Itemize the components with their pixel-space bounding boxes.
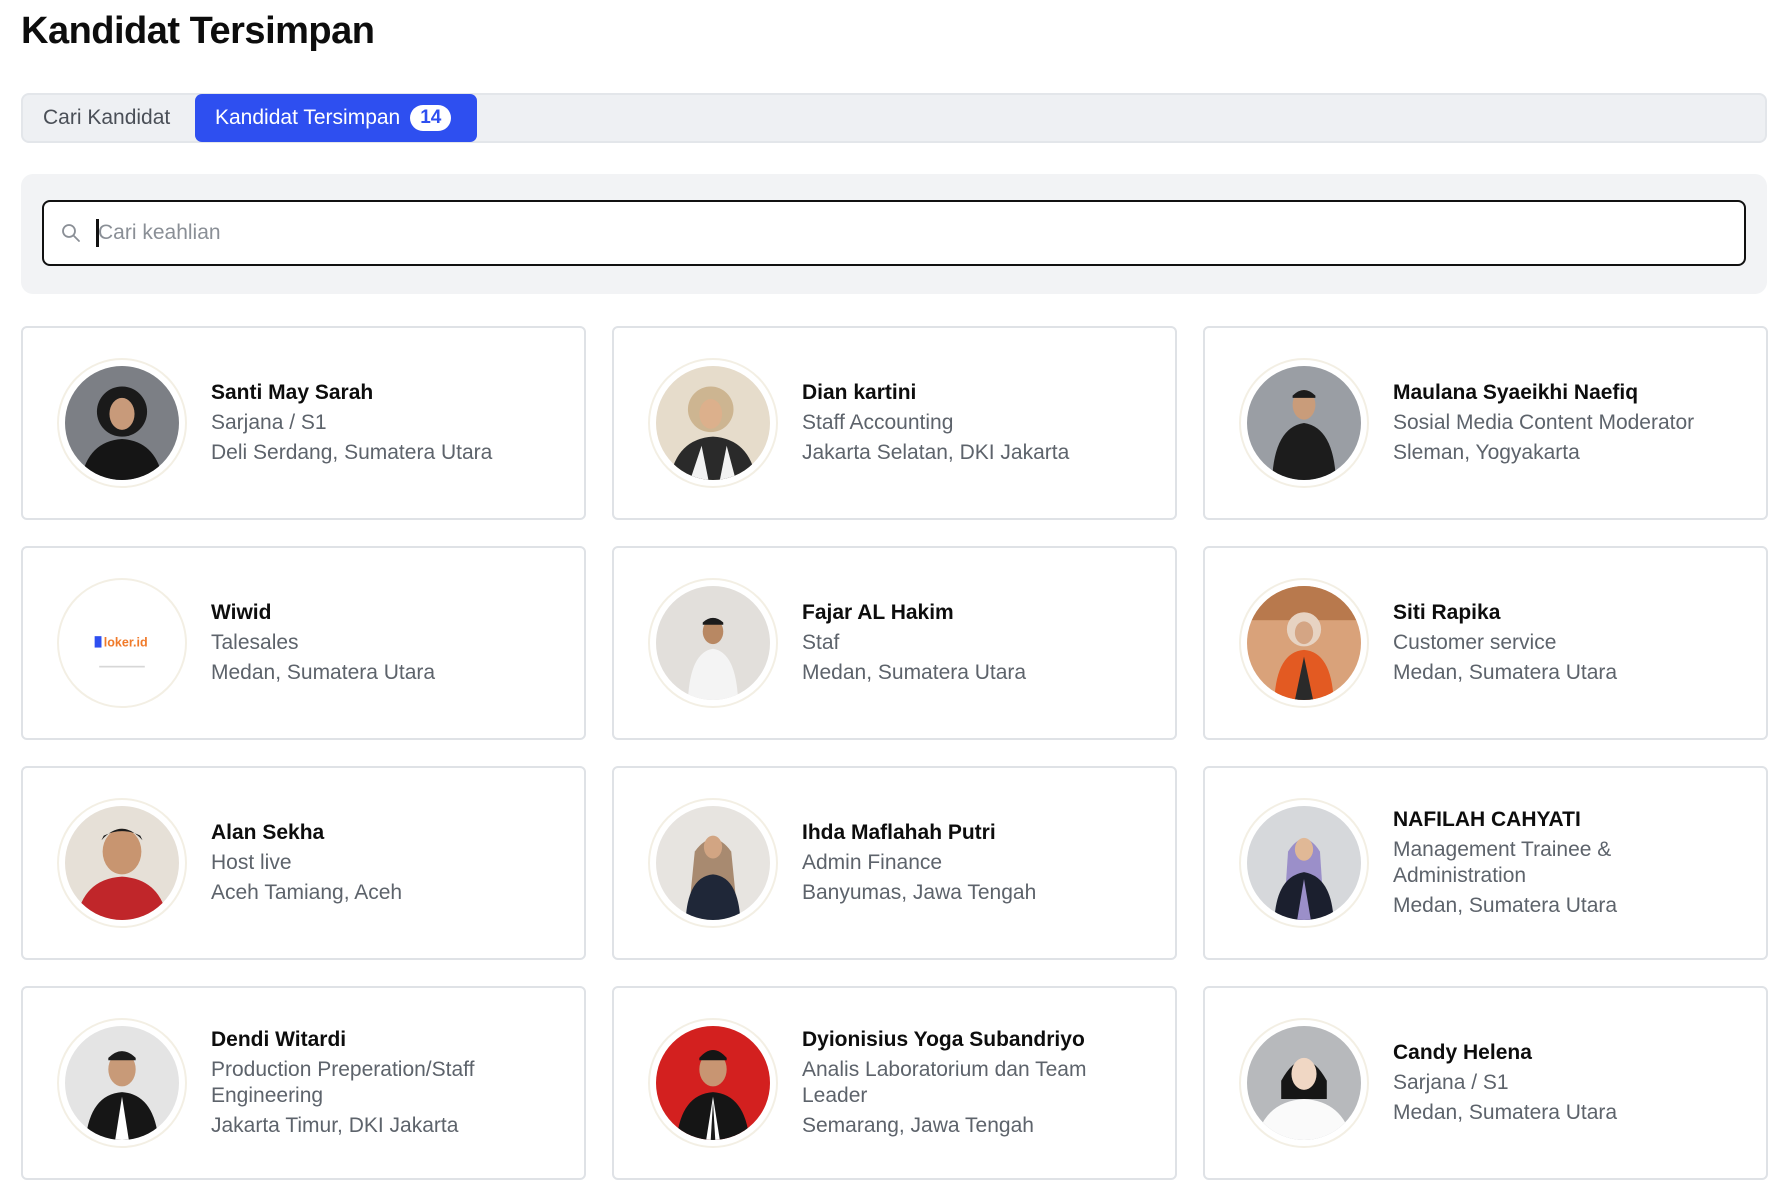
candidate-role: Production Preperation/Staff Engineering xyxy=(211,1058,475,1107)
candidate-role: Customer service xyxy=(1393,631,1557,654)
candidate-role: Staff Accounting xyxy=(802,411,954,434)
candidate-photo xyxy=(656,1026,770,1140)
candidate-location: Sleman, Yogyakarta xyxy=(1393,441,1580,464)
candidate-role: Host live xyxy=(211,851,292,874)
candidate-info: Ihda Maflahah Putri Admin Finance Banyum… xyxy=(802,819,1132,907)
candidate-location: Banyumas, Jawa Tengah xyxy=(802,881,1037,904)
avatar xyxy=(648,798,778,928)
tab-search-candidates[interactable]: Cari Kandidat xyxy=(23,94,195,142)
candidate-photo xyxy=(65,806,179,920)
search-input[interactable] xyxy=(96,213,1728,253)
candidate-card[interactable]: Fajar AL Hakim Staf Medan, Sumatera Utar… xyxy=(612,546,1177,740)
saved-candidates-page: Kandidat Tersimpan Cari Kandidat Kandida… xyxy=(0,0,1788,1190)
search-panel xyxy=(21,174,1767,294)
candidate-location: Jakarta Timur, DKI Jakarta xyxy=(211,1114,459,1137)
candidate-photo xyxy=(656,366,770,480)
candidate-name: Santi May Sarah xyxy=(211,381,374,404)
avatar xyxy=(1239,1018,1369,1148)
candidate-info: Dian kartini Staff Accounting Jakarta Se… xyxy=(802,379,1132,467)
tab-bar: Cari Kandidat Kandidat Tersimpan 14 xyxy=(21,93,1767,143)
avatar xyxy=(57,798,187,928)
candidate-location: Medan, Sumatera Utara xyxy=(211,661,436,684)
candidate-location: Medan, Sumatera Utara xyxy=(1393,661,1618,684)
loker-logo-icon: loker.id xyxy=(65,586,179,700)
candidate-photo xyxy=(656,586,770,700)
candidate-location: Medan, Sumatera Utara xyxy=(802,661,1027,684)
candidate-role: Analis Laboratorium dan Team Leader xyxy=(802,1058,1087,1107)
avatar xyxy=(1239,578,1369,708)
candidate-name: Fajar AL Hakim xyxy=(802,601,954,624)
candidate-card[interactable]: Dendi Witardi Production Preperation/Sta… xyxy=(21,986,586,1180)
candidate-photo xyxy=(656,806,770,920)
candidate-role: Talesales xyxy=(211,631,299,654)
avatar xyxy=(57,358,187,488)
candidate-card[interactable]: Candy Helena Sarjana / S1 Medan, Sumater… xyxy=(1203,986,1768,1180)
candidate-name: Candy Helena xyxy=(1393,1041,1532,1064)
search-icon xyxy=(60,222,82,244)
candidate-info: Fajar AL Hakim Staf Medan, Sumatera Utar… xyxy=(802,599,1132,687)
candidate-card[interactable]: NAFILAH CAHYATI Management Trainee & Adm… xyxy=(1203,766,1768,960)
avatar: loker.id xyxy=(57,578,187,708)
candidate-card[interactable]: Siti Rapika Customer service Medan, Suma… xyxy=(1203,546,1768,740)
candidate-location: Jakarta Selatan, DKI Jakarta xyxy=(802,441,1070,464)
avatar xyxy=(1239,358,1369,488)
search-box[interactable] xyxy=(42,200,1746,266)
candidate-name: Maulana Syaeikhi Naefiq xyxy=(1393,381,1639,404)
candidate-name: Dendi Witardi xyxy=(211,1028,347,1051)
candidate-photo xyxy=(65,1026,179,1140)
candidate-photo xyxy=(1247,806,1361,920)
candidate-info: NAFILAH CAHYATI Management Trainee & Adm… xyxy=(1393,806,1723,920)
candidate-card[interactable]: loker.id Wiwid Talesales Medan, Sumatera… xyxy=(21,546,586,740)
candidate-photo xyxy=(1247,586,1361,700)
page-title: Kandidat Tersimpan xyxy=(21,10,375,52)
candidate-name: Siti Rapika xyxy=(1393,601,1501,624)
candidate-role: Sarjana / S1 xyxy=(211,411,327,434)
tab-saved-candidates[interactable]: Kandidat Tersimpan 14 xyxy=(195,94,477,142)
candidate-info: Candy Helena Sarjana / S1 Medan, Sumater… xyxy=(1393,1039,1723,1127)
candidate-photo xyxy=(1247,366,1361,480)
avatar xyxy=(648,578,778,708)
candidate-role: Sarjana / S1 xyxy=(1393,1071,1509,1094)
candidate-location: Medan, Sumatera Utara xyxy=(1393,894,1618,917)
candidate-location: Medan, Sumatera Utara xyxy=(1393,1101,1618,1124)
candidate-role: Admin Finance xyxy=(802,851,943,874)
avatar xyxy=(1239,798,1369,928)
candidate-card[interactable]: Alan Sekha Host live Aceh Tamiang, Aceh xyxy=(21,766,586,960)
avatar xyxy=(648,358,778,488)
candidate-card[interactable]: Dyionisius Yoga Subandriyo Analis Labora… xyxy=(612,986,1177,1180)
candidate-role: Sosial Media Content Moderator xyxy=(1393,411,1695,434)
candidate-name: Ihda Maflahah Putri xyxy=(802,821,996,844)
tab-search-candidates-label: Cari Kandidat xyxy=(43,106,171,129)
candidate-name: Alan Sekha xyxy=(211,821,325,844)
candidate-info: Dyionisius Yoga Subandriyo Analis Labora… xyxy=(802,1026,1132,1140)
candidate-name: NAFILAH CAHYATI xyxy=(1393,808,1581,831)
candidate-role: Staf xyxy=(802,631,840,654)
candidate-info: Dendi Witardi Production Preperation/Sta… xyxy=(211,1026,541,1140)
candidate-info: Santi May Sarah Sarjana / S1 Deli Serdan… xyxy=(211,379,541,467)
candidate-photo xyxy=(65,366,179,480)
candidate-location: Semarang, Jawa Tengah xyxy=(802,1114,1034,1137)
candidate-name: Wiwid xyxy=(211,601,272,624)
candidate-info: Alan Sekha Host live Aceh Tamiang, Aceh xyxy=(211,819,541,907)
candidate-card[interactable]: Maulana Syaeikhi Naefiq Sosial Media Con… xyxy=(1203,326,1768,520)
candidate-card[interactable]: Ihda Maflahah Putri Admin Finance Banyum… xyxy=(612,766,1177,960)
svg-text:loker.id: loker.id xyxy=(104,635,148,649)
candidate-info: Siti Rapika Customer service Medan, Suma… xyxy=(1393,599,1723,687)
candidate-info: Maulana Syaeikhi Naefiq Sosial Media Con… xyxy=(1393,379,1723,467)
saved-count-badge: 14 xyxy=(410,105,452,131)
candidate-info: Wiwid Talesales Medan, Sumatera Utara xyxy=(211,599,541,687)
avatar xyxy=(57,1018,187,1148)
candidate-role: Management Trainee & Administration xyxy=(1393,838,1612,887)
candidate-name: Dyionisius Yoga Subandriyo xyxy=(802,1028,1085,1051)
candidate-card[interactable]: Dian kartini Staff Accounting Jakarta Se… xyxy=(612,326,1177,520)
candidate-photo xyxy=(1247,1026,1361,1140)
avatar xyxy=(648,1018,778,1148)
candidate-location: Deli Serdang, Sumatera Utara xyxy=(211,441,493,464)
candidate-grid: Santi May Sarah Sarjana / S1 Deli Serdan… xyxy=(21,326,1768,1180)
candidate-card[interactable]: Santi May Sarah Sarjana / S1 Deli Serdan… xyxy=(21,326,586,520)
candidate-location: Aceh Tamiang, Aceh xyxy=(211,881,403,904)
candidate-name: Dian kartini xyxy=(802,381,917,404)
tab-saved-candidates-label: Kandidat Tersimpan xyxy=(215,106,401,129)
